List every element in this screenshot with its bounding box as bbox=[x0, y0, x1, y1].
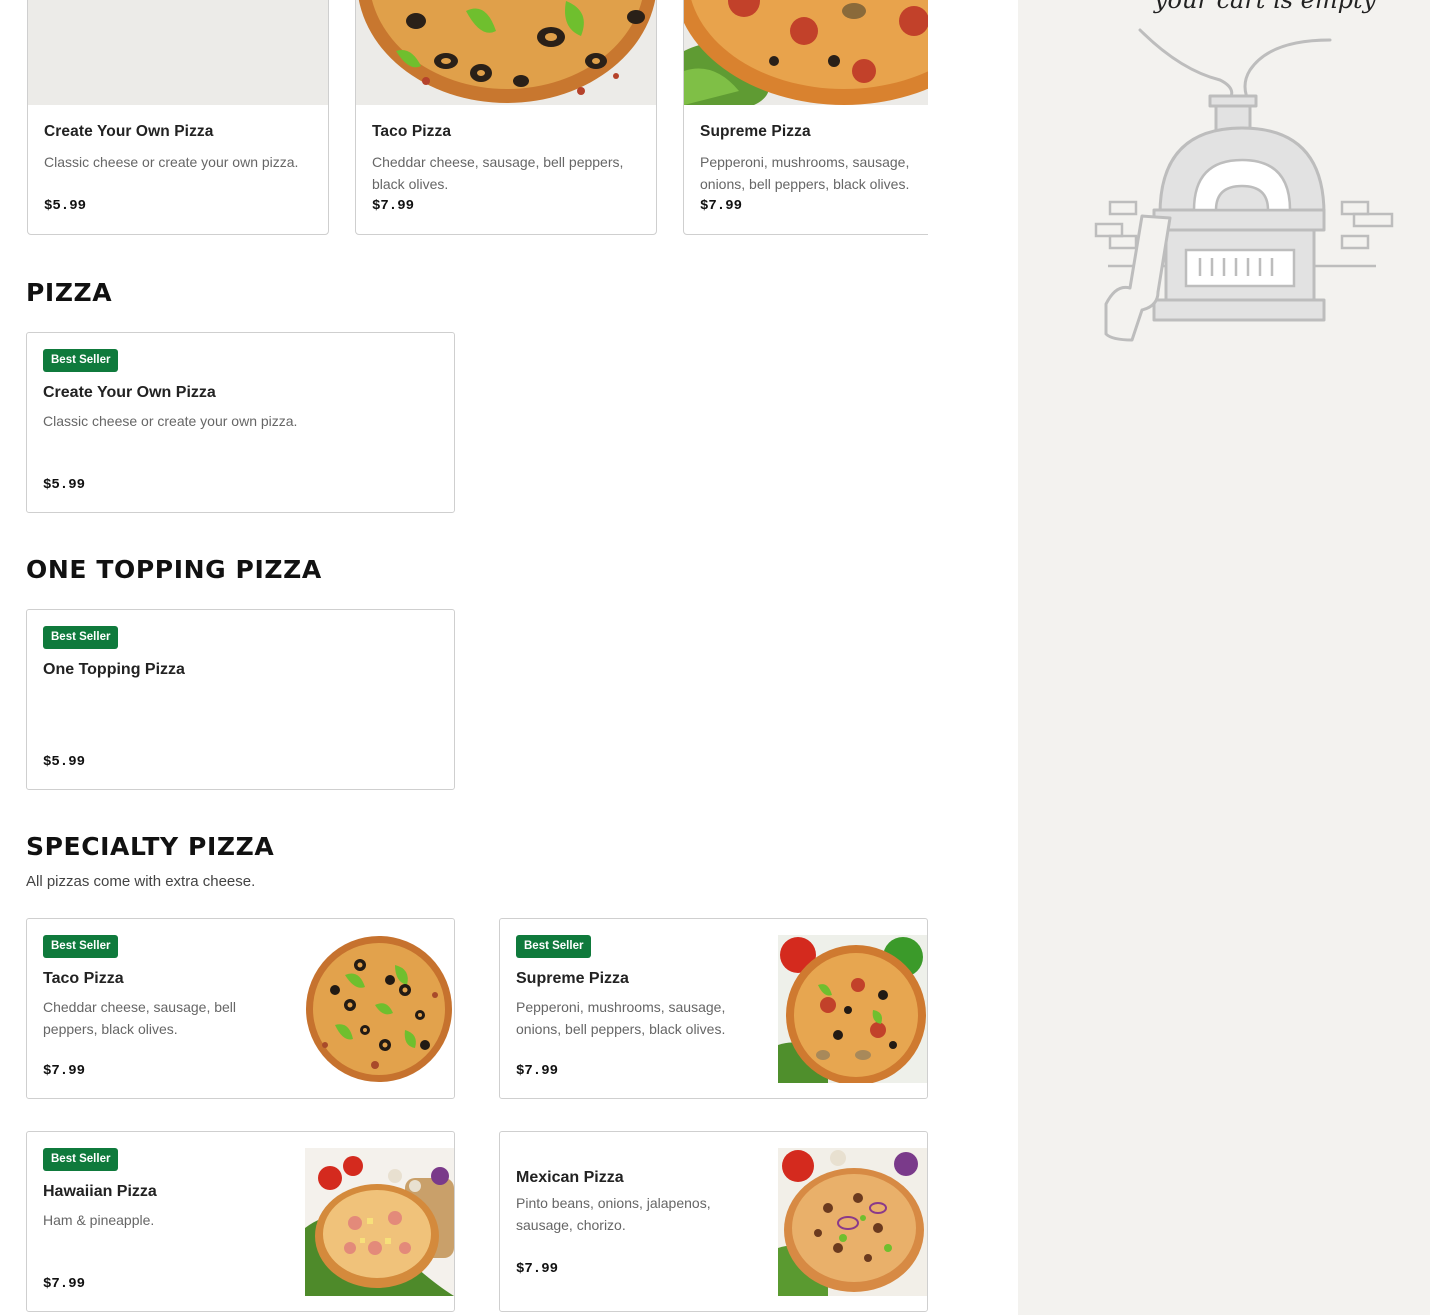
best-seller-badge: Best Seller bbox=[516, 935, 592, 958]
featured-card[interactable]: Create Your Own Pizza Classic cheese or … bbox=[27, 0, 329, 235]
pizza-image bbox=[305, 1148, 454, 1296]
item-name: Mexican Pizza bbox=[516, 1169, 624, 1186]
featured-carousel[interactable]: Create Your Own Pizza Classic cheese or … bbox=[0, 0, 928, 240]
section-subtitle: All pizzas come with extra cheese. bbox=[26, 873, 256, 890]
item-price: $7.99 bbox=[372, 198, 415, 214]
featured-card[interactable]: Taco Pizza Cheddar cheese, sausage, bell… bbox=[355, 0, 657, 235]
item-price: $7.99 bbox=[700, 198, 743, 214]
item-price: $7.99 bbox=[516, 1063, 559, 1079]
item-description: Pepperoni, mushrooms, sausage, onions, b… bbox=[700, 151, 927, 195]
item-description-text: Pepperoni, mushrooms, sausage, onions, b… bbox=[700, 154, 910, 192]
item-description: Pinto beans, onions, jalapenos, sausage,… bbox=[516, 1195, 711, 1233]
item-description: Cheddar cheese, sausage, bell peppers, b… bbox=[372, 154, 624, 192]
item-description: Classic cheese or create your own pizza. bbox=[44, 154, 299, 170]
item-price: $7.99 bbox=[43, 1063, 86, 1079]
cart-panel: your cart is empty bbox=[1018, 0, 1430, 1315]
cart-empty-text: your cart is empty bbox=[1154, 0, 1377, 14]
section-title-one-topping: ONE TOPPING PIZZA bbox=[26, 555, 322, 584]
menu-item-card[interactable]: Best Seller One Topping Pizza $5.99 bbox=[26, 609, 455, 790]
item-name: Hawaiian Pizza bbox=[43, 1183, 157, 1200]
menu-item-card[interactable]: Best Seller Taco Pizza Cheddar cheese, s… bbox=[26, 918, 455, 1099]
item-name: Supreme Pizza bbox=[516, 970, 629, 987]
menu-item-card[interactable]: Best Seller Create Your Own Pizza Classi… bbox=[26, 332, 455, 513]
menu-main: Create Your Own Pizza Classic cheese or … bbox=[0, 0, 1018, 1315]
pizza-oven-icon bbox=[1094, 24, 1396, 344]
best-seller-badge: Best Seller bbox=[43, 1148, 119, 1171]
item-description: Classic cheese or create your own pizza. bbox=[43, 413, 298, 429]
featured-card[interactable]: Supreme Pizza Pepperoni, mushrooms, saus… bbox=[683, 0, 928, 235]
item-price: $5.99 bbox=[44, 198, 87, 214]
menu-item-card[interactable]: Best Seller Hawaiian Pizza Ham & pineapp… bbox=[26, 1131, 455, 1312]
item-description: Pepperoni, mushrooms, sausage, onions, b… bbox=[516, 999, 726, 1037]
item-description: Cheddar cheese, sausage, bell peppers, b… bbox=[43, 999, 237, 1037]
item-name: Supreme Pizza bbox=[700, 123, 811, 140]
item-price: $5.99 bbox=[43, 754, 86, 770]
best-seller-badge: Best Seller bbox=[43, 349, 119, 372]
item-name: Taco Pizza bbox=[372, 123, 452, 140]
item-price: $7.99 bbox=[516, 1261, 559, 1277]
item-description: Ham & pineapple. bbox=[43, 1212, 155, 1228]
pizza-image-placeholder bbox=[28, 0, 328, 105]
item-name: One Topping Pizza bbox=[43, 661, 185, 678]
best-seller-badge: Best Seller bbox=[43, 626, 119, 649]
item-price: $7.99 bbox=[43, 1276, 86, 1292]
section-title-pizza: PIZZA bbox=[26, 278, 113, 307]
item-name: Taco Pizza bbox=[43, 970, 124, 987]
pizza-image bbox=[356, 0, 656, 105]
menu-item-card[interactable]: Best Seller Supreme Pizza Pepperoni, mus… bbox=[499, 918, 928, 1099]
pizza-image bbox=[778, 935, 927, 1083]
best-seller-badge: Best Seller bbox=[43, 935, 119, 958]
item-name: Create Your Own Pizza bbox=[44, 123, 214, 140]
pizza-image bbox=[684, 0, 928, 105]
pizza-image bbox=[305, 935, 454, 1083]
menu-item-card[interactable]: Mexican Pizza Pinto beans, onions, jalap… bbox=[499, 1131, 928, 1312]
item-price: $5.99 bbox=[43, 477, 86, 493]
section-title-specialty: SPECIALTY PIZZA bbox=[26, 832, 275, 861]
pizza-image bbox=[778, 1148, 927, 1296]
item-name: Create Your Own Pizza bbox=[43, 384, 216, 401]
